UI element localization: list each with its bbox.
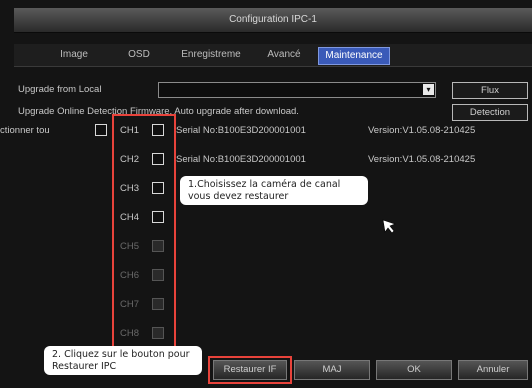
upgrade-file-select[interactable]: ▾ (158, 82, 436, 98)
select-all-label: ctionner tou (0, 125, 50, 136)
cancel-button[interactable]: Annuler (458, 360, 528, 380)
tab-image[interactable]: Image (50, 47, 98, 63)
ok-button[interactable]: OK (376, 360, 452, 380)
channel-serial-ch1: Serial No:B100E3D200001001 (176, 125, 306, 136)
select-all-checkbox[interactable] (95, 124, 107, 136)
channel-version-ch2: Version:V1.05.08-210425 (368, 154, 476, 165)
restore-highlight-frame (208, 356, 292, 384)
tab-osd[interactable]: OSD (120, 47, 158, 63)
upgrade-local-label: Upgrade from Local (18, 84, 102, 95)
channel-highlight-frame (112, 114, 176, 350)
tab-recording[interactable]: Enregistreme (172, 47, 250, 63)
dropdown-arrow-icon[interactable]: ▾ (423, 84, 434, 95)
mouse-cursor-icon (382, 219, 396, 234)
callout-step2: 2. Cliquez sur le bouton pour Restaurer … (44, 346, 202, 375)
channel-version-ch1: Version:V1.05.08-210425 (368, 125, 476, 136)
detection-button[interactable]: Detection (452, 104, 528, 121)
callout-step1: 1.Choisissez la caméra de canal vous dev… (180, 176, 368, 205)
flux-button[interactable]: Flux (452, 82, 528, 99)
tab-advanced[interactable]: Avancé (262, 47, 306, 63)
channel-serial-ch2: Serial No:B100E3D200001001 (176, 154, 306, 165)
maj-button[interactable]: MAJ (294, 360, 370, 380)
ipc-config-window: Configuration IPC-1 Image OSD Enregistre… (0, 0, 532, 388)
tab-bar: Image OSD Enregistreme Avancé Maintenanc… (14, 44, 532, 67)
tab-maintenance[interactable]: Maintenance (318, 47, 390, 65)
window-title: Configuration IPC-1 (14, 8, 532, 33)
